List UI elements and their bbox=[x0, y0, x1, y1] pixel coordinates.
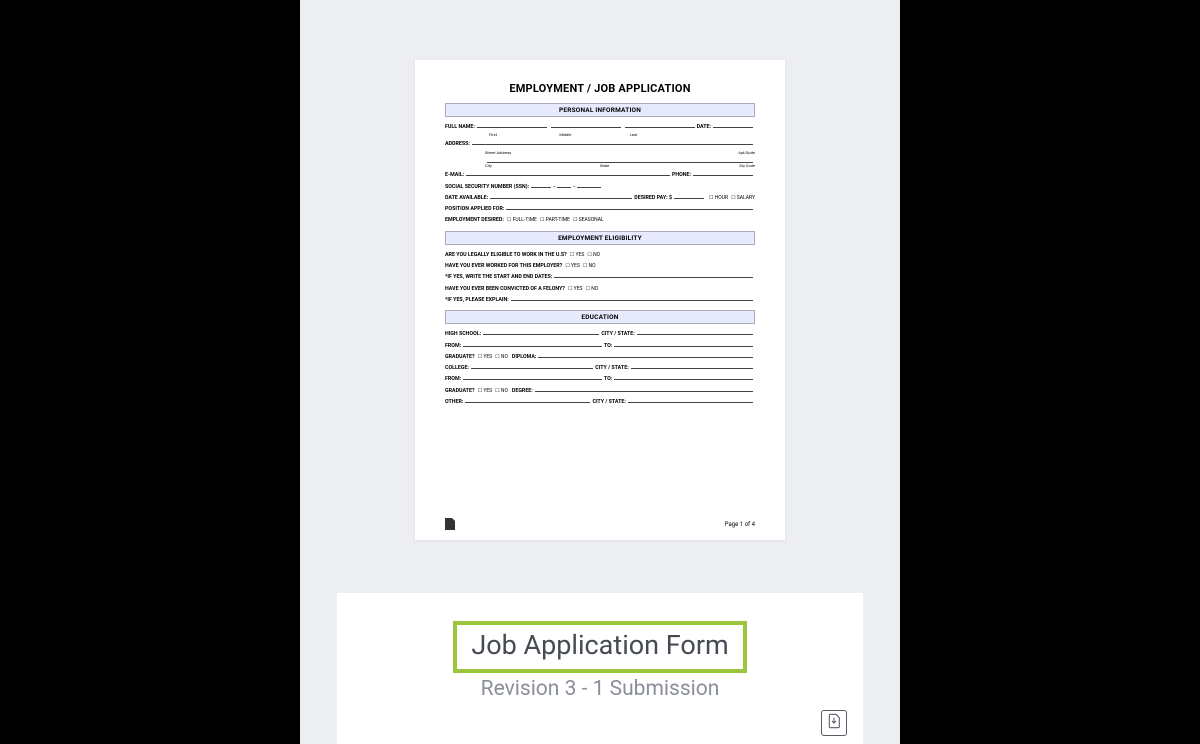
document-title[interactable]: Job Application Form bbox=[453, 621, 746, 673]
page-number: Page 1 of 4 bbox=[725, 521, 755, 528]
row-other: OTHER: CITY / STATE: bbox=[445, 397, 755, 406]
row-if-yes-dates: *IF YES, WRITE THE START AND END DATES: bbox=[445, 272, 755, 281]
row-position: POSITION APPLIED FOR: bbox=[445, 204, 755, 213]
page-footer: Page 1 of 4 bbox=[445, 518, 755, 530]
row-eligible: ARE YOU LEGALLY ELIGIBLE TO WORK IN THE … bbox=[445, 250, 755, 259]
row-full-name: FULL NAME: DATE: bbox=[445, 122, 755, 131]
download-pdf-button[interactable] bbox=[821, 710, 847, 736]
row-high-school: HIGH SCHOOL: CITY / STATE: bbox=[445, 329, 755, 338]
preview-area: EMPLOYMENT / JOB APPLICATION PERSONAL IN… bbox=[337, 0, 863, 593]
row-full-name-sub: First Middle Last bbox=[445, 132, 755, 137]
row-college-graduate: GRADUATE? ☐ YES ☐ NO DEGREE: bbox=[445, 386, 755, 395]
row-address-sub2: City State Zip Code bbox=[445, 163, 755, 168]
stage: EMPLOYMENT / JOB APPLICATION PERSONAL IN… bbox=[300, 0, 900, 744]
row-college: COLLEGE: CITY / STATE: bbox=[445, 363, 755, 372]
doc-footer-icon bbox=[445, 518, 455, 530]
row-date-available: DATE AVAILABLE: DESIRED PAY: $ ☐ HOUR ☐ … bbox=[445, 193, 755, 202]
pdf-icon bbox=[826, 713, 842, 733]
meta-area: Job Application Form Revision 3 - 1 Subm… bbox=[337, 593, 863, 744]
row-felony: HAVE YOU EVER BEEN CONVICTED OF A FELONY… bbox=[445, 284, 755, 293]
row-address-sub1: Street Address Apt/Suite bbox=[445, 150, 755, 155]
section-education: EDUCATION bbox=[445, 310, 755, 324]
row-employment-desired: EMPLOYMENT DESIRED: ☐ FULL-TIME ☐ PART-T… bbox=[445, 215, 755, 224]
document-page-preview: EMPLOYMENT / JOB APPLICATION PERSONAL IN… bbox=[415, 60, 785, 540]
row-worked-before: HAVE YOU EVER WORKED FOR THIS EMPLOYER? … bbox=[445, 261, 755, 270]
row-address2 bbox=[445, 157, 755, 163]
row-hs-from-to: FROM: TO: bbox=[445, 341, 755, 350]
document-subtitle: Revision 3 - 1 Submission bbox=[337, 677, 863, 701]
row-address: ADDRESS: bbox=[445, 139, 755, 148]
document-card: EMPLOYMENT / JOB APPLICATION PERSONAL IN… bbox=[337, 0, 863, 744]
row-email-phone: E-MAIL: PHONE: bbox=[445, 170, 755, 179]
row-hs-graduate: GRADUATE? ☐ YES ☐ NO DIPLOMA: bbox=[445, 352, 755, 361]
row-if-yes-explain: *IF YES, PLEASE EXPLAIN: bbox=[445, 295, 755, 304]
row-college-from-to: FROM: TO: bbox=[445, 374, 755, 383]
section-eligibility: EMPLOYMENT ELIGIBILITY bbox=[445, 231, 755, 245]
row-ssn: SOCIAL SECURITY NUMBER (SSN): - - bbox=[445, 182, 755, 191]
doc-title: EMPLOYMENT / JOB APPLICATION bbox=[445, 82, 755, 95]
section-personal: PERSONAL INFORMATION bbox=[445, 103, 755, 117]
